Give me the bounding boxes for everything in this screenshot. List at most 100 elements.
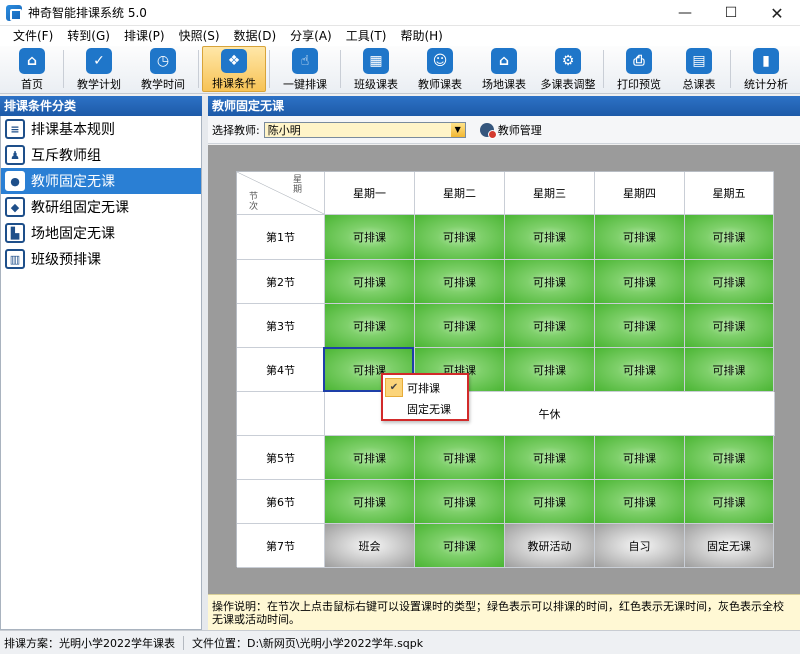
condition-item[interactable]: ◆ 教研组固定无课 [1,194,201,220]
schedule-cell[interactable]: 可排课 [595,480,685,524]
schedule-cell[interactable]: 可排课 [325,304,415,348]
teacher-schedule-icon: ☺ [427,48,453,74]
schedule-cell[interactable]: 可排课 [685,436,774,480]
toolbar-printer-button[interactable]: ⎙ 打印预览 [607,46,671,92]
schedule-cell[interactable]: 可排课 [415,215,505,260]
schedule-cell[interactable]: 可排课 [595,436,685,480]
condition-item[interactable]: ● 教师固定无课 [1,168,201,194]
teacher-select-value: 陈小明 [267,123,301,137]
period-header: 第6节 [237,480,325,524]
close-button[interactable]: ✕ [754,0,800,26]
schedule-cell[interactable]: 可排课 [325,260,415,304]
schedule-cell[interactable]: 可排课 [595,260,685,304]
weekday-header: 星期一 [325,172,415,215]
toolbar-clock-button[interactable]: ◷ 教学时间 [131,46,195,92]
venue-schedule-icon: ⌂ [491,48,517,74]
status-scheme: 排课方案：光明小学2022学年课表 [4,636,175,650]
menu-schedule[interactable]: 排课(P) [117,26,172,46]
toolbar-teacher-schedule-button[interactable]: ☺ 教师课表 [408,46,472,92]
chevron-down-icon[interactable]: ▼ [450,122,465,137]
schedule-cell[interactable]: 教研活动 [505,524,595,568]
schedule-cell[interactable]: 可排课 [325,436,415,480]
toolbar-bar-chart-button[interactable]: ▮ 统计分析 [734,46,798,92]
book-icon: ▥ [5,249,25,269]
schedule-cell[interactable]: 可排课 [325,480,415,524]
menu-share[interactable]: 分享(A) [283,26,339,46]
rules-icon: ≡ [5,119,25,139]
condition-item-label: 教研组固定无课 [31,200,129,216]
schedule-cell[interactable]: 可排课 [595,215,685,260]
hand-click-icon: ☝ [292,48,318,74]
teacher-select[interactable]: 陈小明 ▼ [263,121,466,138]
menu-data[interactable]: 数据(D) [227,26,284,46]
schedule-cell[interactable]: 可排课 [505,436,595,480]
schedule-cell[interactable]: 可排课 [415,480,505,524]
venue-icon: ▙ [5,223,25,243]
period-header: 第5节 [237,436,325,480]
condition-item[interactable]: ≡ 排课基本规则 [1,116,201,142]
condition-item-label: 场地固定无课 [31,226,115,242]
schedule-cell[interactable]: 可排课 [415,524,505,568]
minimize-button[interactable]: — [662,0,708,26]
maximize-button[interactable]: ☐ [708,0,754,26]
clock-icon: ◷ [150,48,176,74]
toolbar-button-label: 一键排课 [283,78,327,91]
context-menu-item-fixed-unavailable[interactable]: 固定无课 [385,398,465,419]
printer-icon: ⎙ [626,48,652,74]
condition-item[interactable]: ▙ 场地固定无课 [1,220,201,246]
instructions-panel: 操作说明：在节次上点击鼠标右键可以设置课时的类型；绿色表示可以排课的时间，红色表… [208,594,800,630]
context-menu-item-available[interactable]: ✔ 可排课 [385,377,465,398]
toolbar-calendar-button[interactable]: ▤ 总课表 [671,46,727,92]
schedule-cell[interactable]: 可排课 [415,260,505,304]
condition-item-label: 班级预排课 [31,252,101,268]
schedule-cell[interactable]: 可排课 [505,215,595,260]
schedule-cell[interactable]: 可排课 [685,480,774,524]
menu-file[interactable]: 文件(F) [6,26,60,46]
teacher-management-button[interactable]: 教师管理 [479,122,542,139]
toolbar-home-button[interactable]: ⌂ 首页 [4,46,60,92]
context-menu-item-label: 固定无课 [407,402,451,416]
corner-period-label: 节次 [249,192,259,212]
schedule-cell[interactable]: 可排课 [505,348,595,392]
schedule-cell[interactable]: 可排课 [685,260,774,304]
toolbar-class-schedule-button[interactable]: ▦ 班级课表 [344,46,408,92]
schedule-cell[interactable]: 班会 [325,524,415,568]
schedule-cell[interactable]: 可排课 [325,215,415,260]
grid-corner: 星期 节次 [237,172,325,215]
toolbar-button-label: 排课条件 [212,77,256,90]
home-icon: ⌂ [19,48,45,74]
schedule-cell[interactable]: 可排课 [685,215,774,260]
schedule-cell[interactable]: 可排课 [505,480,595,524]
menu-goto[interactable]: 转到(G) [60,26,117,46]
condition-item[interactable]: ♟ 互斥教师组 [1,142,201,168]
menu-tools[interactable]: 工具(T) [339,26,394,46]
toolbar-multi-adjust-button[interactable]: ⚙ 多课表调整 [536,46,600,92]
clipboard-icon: ✓ [86,48,112,74]
toolbar-hand-click-button[interactable]: ☝ 一键排课 [273,46,337,92]
app-logo-icon [6,4,22,21]
schedule-cell[interactable]: 可排课 [505,260,595,304]
condition-item[interactable]: ▥ 班级预排课 [1,246,201,272]
toolbar-venue-schedule-button[interactable]: ⌂ 场地课表 [472,46,536,92]
schedule-cell[interactable]: 可排课 [415,436,505,480]
toolbar-button-label: 教学时间 [141,78,185,91]
schedule-cell[interactable]: 自习 [595,524,685,568]
left-panel-header: 排课条件分类 [0,96,202,116]
period-header: 第2节 [237,260,325,304]
toolbar-button-label: 教学计划 [77,78,121,91]
menu-snapshot[interactable]: 快照(S) [172,26,227,46]
teacher-select-label: 选择教师: [212,123,260,137]
schedule-cell[interactable]: 固定无课 [685,524,774,568]
menu-help[interactable]: 帮助(H) [393,26,449,46]
schedule-cell[interactable]: 可排课 [505,304,595,348]
schedule-cell[interactable]: 可排课 [415,304,505,348]
toolbar-separator [63,50,64,88]
toolbar-clipboard-button[interactable]: ✓ 教学计划 [67,46,131,92]
schedule-cell[interactable]: 可排课 [595,348,685,392]
schedule-cell[interactable]: 可排课 [595,304,685,348]
toolbar-button-label: 多课表调整 [540,78,596,91]
toolbar-conditions-button[interactable]: ❖ 排课条件 [202,46,266,92]
schedule-cell[interactable]: 可排课 [685,348,774,392]
toolbar-button-label: 打印预览 [617,78,661,91]
schedule-cell[interactable]: 可排课 [685,304,774,348]
